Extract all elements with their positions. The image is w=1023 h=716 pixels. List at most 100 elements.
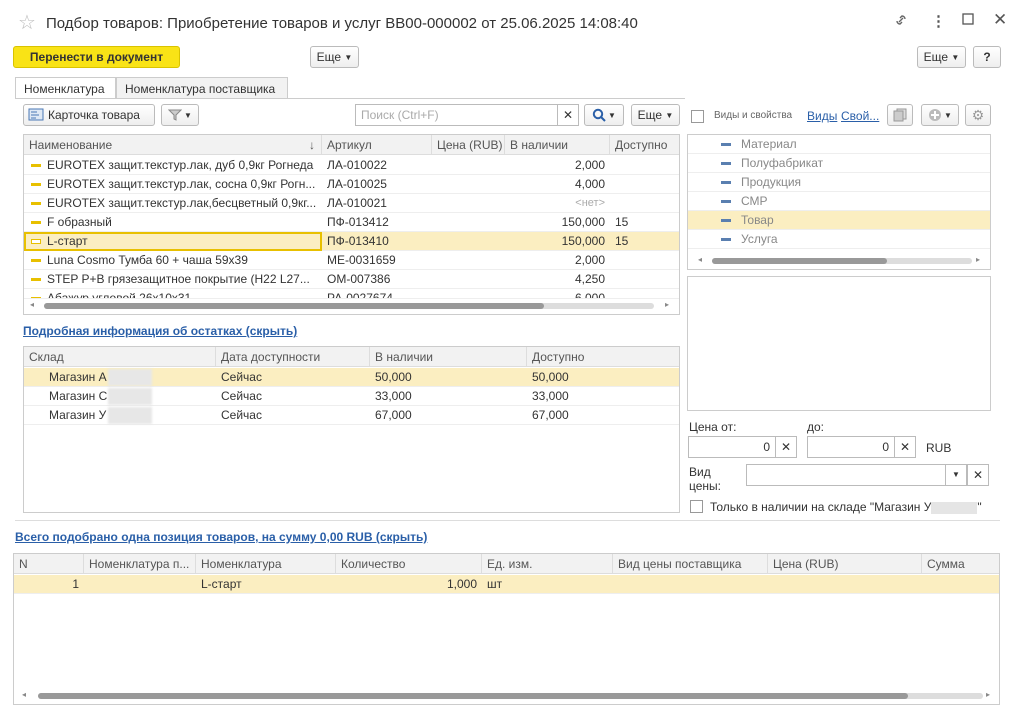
type-list-item[interactable]: СМР [688, 192, 990, 211]
goods-more-button[interactable]: Еще ▼ [631, 104, 680, 126]
only-in-stock-label[interactable]: Только в наличии на складе "Магазин У " [710, 500, 982, 514]
cell-avail: 33,000 [532, 389, 569, 403]
type-list-label: СМР [716, 192, 768, 211]
table-row[interactable]: Магазин У Сейчас 67,000 67,000 [24, 406, 679, 425]
stock-table[interactable]: Склад Дата доступности В наличии Доступн… [23, 346, 680, 513]
type-list-label: Товар [716, 211, 774, 230]
scroll-left-icon[interactable]: ◂ [698, 255, 702, 264]
col-header-stock[interactable]: В наличии [505, 135, 610, 155]
col-header-item[interactable]: Номенклатура [196, 554, 336, 574]
tab-supplier-nomenclature[interactable]: Номенклатура поставщика [116, 77, 288, 99]
settings-button[interactable]: ⚙ [965, 104, 991, 126]
cell-name: Luna Cosmo Тумба 60 + чаша 59х39 [24, 251, 322, 270]
filter-button[interactable]: ▼ [161, 104, 199, 126]
selected-hscroll-track[interactable] [38, 693, 983, 699]
maximize-icon[interactable] [962, 12, 974, 29]
col-header-stock[interactable]: В наличии [370, 347, 527, 367]
item-name: STEP P+B грязезащитное покрытие (H22 L27… [47, 272, 310, 286]
table-row[interactable]: Абажур угловой 26х10х31 РА-0027674 6,000 [24, 289, 679, 299]
price-kind-field[interactable] [746, 464, 946, 486]
type-name: Продукция [741, 175, 802, 189]
types-link[interactable]: Виды [807, 109, 837, 123]
scroll-right-icon[interactable]: ▸ [986, 690, 990, 699]
scroll-left-icon[interactable]: ◂ [30, 300, 34, 309]
goods-hscroll-thumb[interactable] [44, 303, 544, 309]
col-header-price-kind[interactable]: Вид цены поставщика [613, 554, 768, 574]
cell-date: Сейчас [221, 389, 262, 403]
type-list-item[interactable]: Услуга [688, 230, 990, 249]
type-list-item[interactable]: Продукция [688, 173, 990, 192]
col-header-sum[interactable]: Сумма [922, 554, 999, 574]
selected-hscroll-thumb[interactable] [38, 693, 908, 699]
types-hscroll-thumb[interactable] [712, 258, 887, 264]
table-row[interactable]: STEP P+B грязезащитное покрытие (H22 L27… [24, 270, 679, 289]
types-checkbox[interactable] [691, 110, 704, 123]
col-header-available[interactable]: Доступно [610, 135, 679, 155]
table-row[interactable]: EUROTEX защит.текстур.лак, сосна 0,9кг Р… [24, 175, 679, 194]
clear-icon[interactable]: ✕ [775, 436, 797, 458]
scroll-right-icon[interactable]: ▸ [976, 255, 980, 264]
price-from-field[interactable]: 0 [688, 436, 776, 458]
props-link[interactable]: Свой... [841, 109, 879, 123]
table-row[interactable]: F образный ПФ-013412 150,000 15 [24, 213, 679, 232]
type-list-item[interactable]: Материал [688, 135, 990, 154]
col-header-n[interactable]: N [14, 554, 84, 574]
col-header-article[interactable]: Артикул [322, 135, 432, 155]
goods-hscroll-track[interactable] [44, 303, 654, 309]
table-row[interactable]: 1 L-старт 1,000 шт [14, 575, 999, 594]
cell-article: ЛА-010022 [327, 158, 387, 172]
clear-icon[interactable]: ✕ [894, 436, 916, 458]
col-header-warehouse[interactable]: Склад [24, 347, 216, 367]
types-list[interactable]: Материал Полуфабрикат Продукция СМР Товар Усл… [687, 134, 991, 270]
col-header-qty[interactable]: Количество [336, 554, 482, 574]
more-label: Еще [316, 50, 342, 64]
help-button[interactable]: ? [973, 46, 1001, 68]
table-row[interactable]: EUROTEX защит.текстур.лак, дуб 0,9кг Рог… [24, 156, 679, 175]
link-icon[interactable] [893, 12, 909, 32]
col-header-unit[interactable]: Ед. изм. [482, 554, 613, 574]
clear-icon[interactable]: ✕ [967, 464, 989, 486]
selected-items-table[interactable]: N Номенклатура п... Номенклатура Количес… [13, 553, 1000, 705]
col-header-date[interactable]: Дата доступности [216, 347, 370, 367]
kebab-icon[interactable]: ⋮ [931, 12, 946, 30]
only-in-stock-checkbox[interactable] [690, 500, 703, 513]
star-icon[interactable]: ☆ [18, 10, 36, 35]
scroll-right-icon[interactable]: ▸ [665, 300, 669, 309]
add-button[interactable]: ▼ [921, 104, 959, 126]
search-button[interactable]: ▼ [584, 104, 624, 126]
more-button[interactable]: Еще ▼ [310, 46, 359, 68]
search-input[interactable]: Поиск (Ctrl+F) [355, 104, 558, 126]
selected-table-header: N Номенклатура п... Номенклатура Количес… [14, 554, 999, 574]
item-marker-icon [31, 297, 41, 298]
col-header-price[interactable]: Цена (RUB) [768, 554, 922, 574]
table-row[interactable]: Магазин А Сейчас 50,000 50,000 [24, 368, 679, 387]
type-list-label: Услуга [716, 230, 778, 249]
price-to-field[interactable]: 0 [807, 436, 895, 458]
table-row[interactable]: Магазин С Сейчас 33,000 33,000 [24, 387, 679, 406]
stock-details-link[interactable]: Подробная информация об остатках (скрыть… [23, 324, 297, 338]
scroll-left-icon[interactable]: ◂ [22, 690, 26, 699]
table-row[interactable]: Luna Cosmo Тумба 60 + чаша 59х39 МЕ-00316… [24, 251, 679, 270]
summary-link[interactable]: Всего подобрано одна позиция товаров, на… [15, 530, 427, 544]
tab-nomenclature[interactable]: Номенклатура [15, 77, 116, 99]
transfer-to-document-button[interactable]: Перенести в документ [13, 46, 180, 68]
col-header-name[interactable]: Наименование ↓ [24, 135, 322, 155]
goods-table[interactable]: Наименование ↓ Артикул Цена (RUB) В налич… [23, 134, 680, 315]
table-row[interactable]: EUROTEX защит.текстур.лак,бесцветный 0,9… [24, 194, 679, 213]
col-header-supplier-item[interactable]: Номенклатура п... [84, 554, 196, 574]
more-right-button[interactable]: Еще ▼ [917, 46, 966, 68]
type-name: Материал [741, 137, 797, 151]
gear-icon: ⚙ [971, 106, 985, 123]
type-list-item[interactable]: Товар [688, 211, 990, 230]
chevron-down-icon[interactable]: ▼ [945, 464, 967, 486]
col-header-available[interactable]: Доступно [527, 347, 679, 367]
more-right-label: Еще [923, 50, 949, 64]
close-icon[interactable]: ✕ [993, 10, 1007, 30]
type-list-item[interactable]: Полуфабрикат [688, 154, 990, 173]
copy-button[interactable] [887, 104, 913, 126]
types-hscroll-track[interactable] [712, 258, 972, 264]
col-header-price[interactable]: Цена (RUB) [432, 135, 505, 155]
product-card-button[interactable]: Карточка товара [23, 104, 155, 126]
clear-icon[interactable]: ✕ [557, 104, 579, 126]
type-marker-icon [721, 238, 731, 242]
